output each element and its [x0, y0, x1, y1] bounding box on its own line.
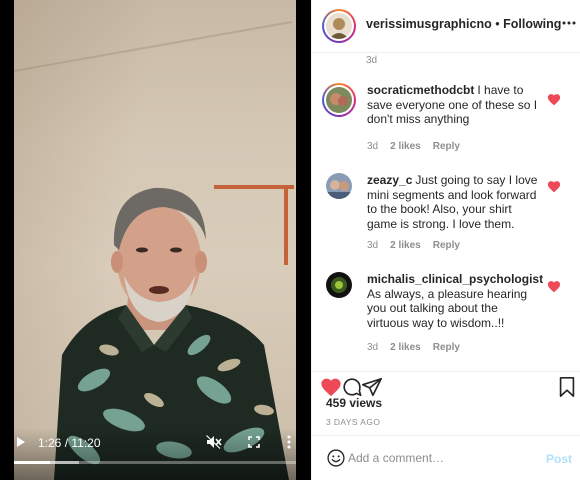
- video-time-readout: 1:26 / 11:20: [38, 436, 101, 450]
- author-avatar-image: [326, 13, 352, 39]
- comment-meta: 3d 2 likes Reply: [367, 240, 472, 251]
- commenter-avatar-image: [326, 87, 352, 113]
- paper-plane-icon[interactable]: [361, 376, 383, 398]
- comment-username[interactable]: zeazy_c: [367, 173, 412, 187]
- post-side-panel: verissimusgraphicno • Following 3d socra…: [311, 0, 580, 480]
- post-comment-button[interactable]: Post: [546, 452, 572, 466]
- comment-likes-count[interactable]: 2 likes: [390, 240, 421, 251]
- fullscreen-icon[interactable]: [246, 434, 262, 450]
- comment-likes-count[interactable]: 2 likes: [390, 141, 421, 152]
- views-count[interactable]: 459 views: [326, 396, 382, 410]
- vertical-dots-icon[interactable]: [284, 434, 294, 450]
- comment-meta: 3d 2 likes Reply: [367, 342, 472, 353]
- caption-age: 3d: [366, 55, 378, 66]
- follow-status-button[interactable]: Following: [503, 17, 561, 31]
- comment-username[interactable]: michalis_clinical_psychologist: [367, 272, 543, 286]
- smiley-icon[interactable]: [326, 448, 346, 468]
- comment-text-block: michalis_clinical_psychologist As always,…: [367, 272, 543, 330]
- video-progress-bar[interactable]: [14, 461, 296, 464]
- video-frame[interactable]: [14, 0, 296, 480]
- commenter-avatar[interactable]: [322, 83, 356, 117]
- comment-meta: 3d 2 likes Reply: [367, 141, 472, 152]
- author-line: verissimusgraphicno • Following: [366, 17, 561, 31]
- video-player[interactable]: 1:26 / 11:20: [0, 0, 311, 480]
- heart-filled-icon[interactable]: [547, 93, 561, 106]
- commenter-avatar-image: [326, 272, 352, 298]
- comment-text-block: zeazy_c Just going to say I love mini seg…: [367, 173, 542, 231]
- heart-filled-icon[interactable]: [547, 280, 561, 293]
- comment-bubble-icon[interactable]: [341, 376, 363, 398]
- comment-reply-button[interactable]: Reply: [433, 141, 460, 152]
- add-comment-input[interactable]: [348, 447, 538, 469]
- post-actions-bar: 459 views 3 DAYS AGO: [312, 371, 580, 435]
- comment-text-block: socraticmethodcbt I have to save everyone…: [367, 83, 542, 127]
- author-username[interactable]: verissimusgraphicno: [366, 17, 492, 31]
- comment-text: As always, a pleasure hearing you out ta…: [367, 286, 528, 330]
- comment-age: 3d: [367, 342, 379, 353]
- post-header: verissimusgraphicno • Following: [312, 0, 580, 53]
- heart-filled-icon[interactable]: [547, 180, 561, 193]
- comment-username[interactable]: socraticmethodcbt: [367, 83, 474, 97]
- comment-reply-button[interactable]: Reply: [433, 342, 460, 353]
- comment-reply-button[interactable]: Reply: [433, 240, 460, 251]
- comment-likes-count[interactable]: 2 likes: [390, 342, 421, 353]
- add-comment-bar: Post: [312, 435, 580, 480]
- video-controls: 1:26 / 11:20: [14, 428, 296, 480]
- muted-speaker-icon[interactable]: [205, 434, 223, 450]
- author-avatar[interactable]: [322, 9, 356, 43]
- video-progress-fill: [14, 461, 50, 464]
- commenter-avatar[interactable]: [326, 173, 352, 199]
- heart-filled-icon[interactable]: [320, 376, 342, 398]
- commenter-avatar-image: [326, 173, 352, 199]
- speaker-figure: [54, 187, 289, 480]
- comment-age: 3d: [367, 141, 379, 152]
- comment-age: 3d: [367, 240, 379, 251]
- bookmark-icon[interactable]: [557, 376, 577, 398]
- comments-list[interactable]: 3d socraticmethodcbt I have to save every…: [312, 53, 580, 371]
- horizontal-dots-icon[interactable]: [562, 16, 576, 32]
- play-icon[interactable]: [14, 434, 28, 450]
- header-separator: •: [495, 17, 500, 31]
- post-timestamp[interactable]: 3 DAYS AGO: [326, 417, 380, 427]
- commenter-avatar[interactable]: [326, 272, 352, 298]
